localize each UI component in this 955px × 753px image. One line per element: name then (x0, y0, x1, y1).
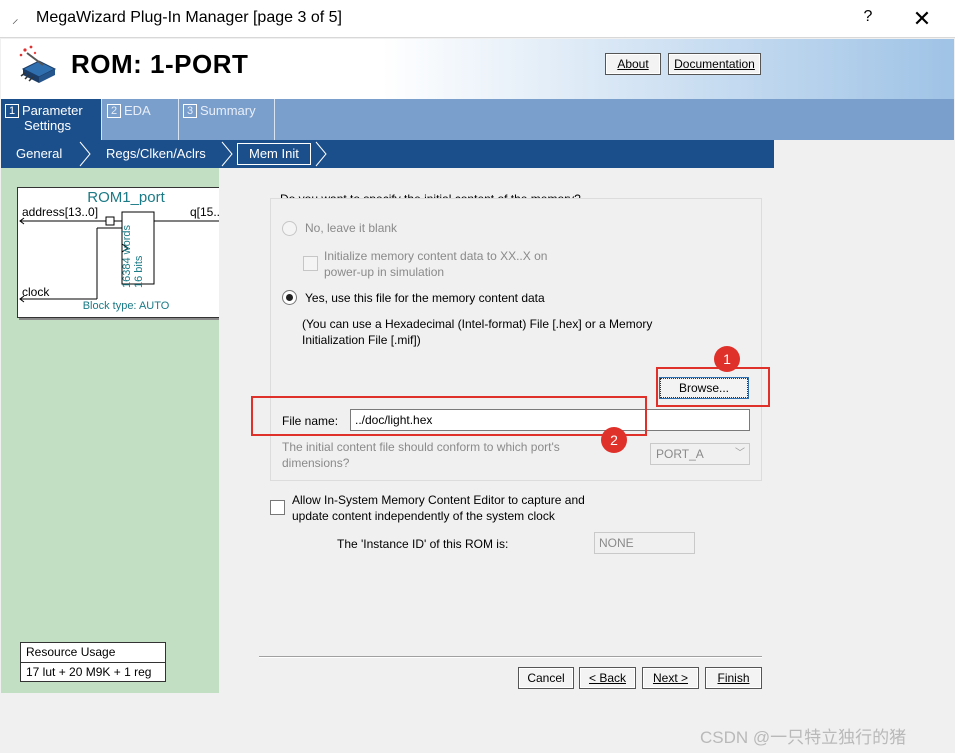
chevron-right-icon (79, 141, 91, 167)
annotation-box-browse (656, 367, 770, 407)
init-xx-checkbox[interactable] (303, 256, 318, 271)
wand-icon: ⸝ (12, 11, 19, 26)
symbol-panel: ROM1_port address[13..0] q[15..0] clock … (1, 168, 235, 693)
tab-eda[interactable]: 2 EDA (103, 99, 179, 140)
window-titlebar: ⸝ MegaWizard Plug-In Manager [page 3 of … (0, 0, 955, 38)
page-title: ROM: 1-PORT (71, 49, 249, 79)
tab-summary[interactable]: 3 Summary (179, 99, 275, 140)
use-file-radio[interactable] (282, 290, 297, 305)
no-blank-label: No, leave it blank (305, 221, 398, 235)
file-format-hint-2: Initialization File [.mif]) (302, 333, 421, 347)
no-blank-radio[interactable] (282, 221, 297, 236)
resource-usage: Resource Usage 17 lut + 20 M9K + 1 reg (20, 642, 166, 682)
block-type: Block type: AUTO (82, 300, 170, 312)
chevron-right-icon (221, 141, 233, 167)
instance-id-label: The 'Instance ID' of this ROM is: (337, 537, 509, 551)
next-button[interactable]: Next > (642, 667, 699, 689)
isme-label-1: Allow In-System Memory Content Editor to… (292, 493, 585, 507)
back-button[interactable]: < Back (579, 667, 636, 689)
help-button[interactable]: ? (858, 8, 878, 30)
annotation-box-filename (251, 396, 647, 436)
subtab-strip: General Regs/Clken/Aclrs Mem Init (1, 140, 774, 168)
cancel-button[interactable]: Cancel (518, 667, 574, 689)
watermark: CSDN @一只特立独行的猪 (700, 728, 907, 747)
window-title: MegaWizard Plug-In Manager [page 3 of 5] (36, 9, 342, 26)
documentation-button[interactable]: Documentation (668, 53, 761, 75)
isme-checkbox[interactable] (270, 500, 285, 515)
conform-label-1: The initial content file should conform … (282, 440, 560, 454)
chip-wizard-icon (19, 45, 57, 83)
use-file-label: Yes, use this file for the memory conten… (305, 291, 545, 305)
subtab-regs-clken-aclrs[interactable]: Regs/Clken/Aclrs (106, 140, 206, 168)
conform-label-2: dimensions? (282, 456, 350, 470)
tab-parameter-settings[interactable]: 1 Parameter Settings (1, 99, 102, 140)
init-xx-label-2: power-up in simulation (324, 265, 445, 279)
tab-strip: 1 Parameter Settings 2 EDA 3 Summary (1, 99, 954, 140)
subtab-general[interactable]: General (16, 140, 62, 168)
isme-label-2: update content independently of the syst… (292, 509, 555, 523)
chevron-down-icon: ﹀ (735, 448, 745, 459)
block-dimensions: 16384 words 16 bits (121, 225, 145, 288)
footer-separator (259, 656, 762, 658)
resource-usage-header: Resource Usage (26, 645, 116, 659)
instance-id-input[interactable]: NONE (594, 532, 695, 554)
annotation-badge-1: 1 (714, 346, 740, 372)
file-format-hint-1: (You can use a Hexadecimal (Intel-format… (302, 317, 653, 331)
finish-button[interactable]: Finish (705, 667, 762, 689)
chevron-right-icon (315, 141, 327, 167)
close-button[interactable]: ✕ (906, 5, 938, 33)
port-select[interactable]: PORT_A ﹀ (650, 443, 750, 465)
about-button[interactable]: About (605, 53, 661, 75)
subtab-mem-init[interactable]: Mem Init (237, 143, 311, 165)
header-banner: ROM: 1-PORT About Documentation (1, 39, 954, 99)
init-xx-label-1: Initialize memory content data to XX..X … (324, 249, 548, 263)
annotation-badge-2: 2 (601, 427, 627, 453)
block-symbol: ROM1_port address[13..0] q[15..0] clock … (17, 187, 235, 318)
resource-usage-value: 17 lut + 20 M9K + 1 reg (21, 662, 165, 681)
